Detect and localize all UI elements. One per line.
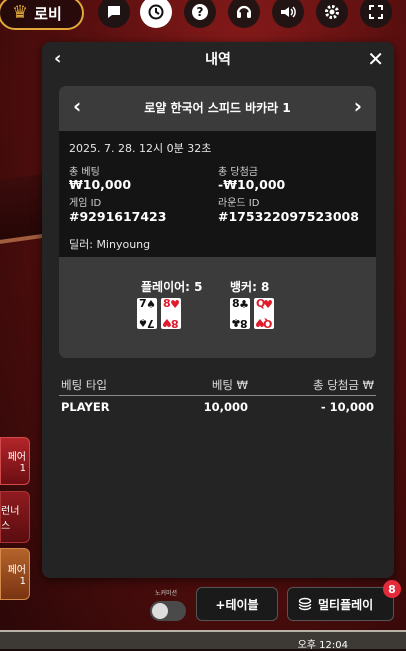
- toggle-knob: [152, 603, 168, 619]
- panel-title: 내역: [205, 52, 231, 68]
- support-icon[interactable]: [228, 0, 260, 28]
- taskbar-clock: 오후 12:04: [297, 640, 348, 651]
- fullscreen-icon[interactable]: [360, 0, 392, 28]
- help-icon[interactable]: ?: [184, 0, 216, 28]
- game-id-value: #9291617423: [69, 209, 167, 224]
- round-result: 플레이어: 5 뱅커: 8 7 ♠ 7 ♠ 8 ♥ 8 ♥ 8 ♣ 8 ♣ Q ♥ Q ♥: [59, 257, 376, 358]
- playing-card: Q ♥ Q ♥: [254, 297, 274, 330]
- game-id-label: 게임 ID: [69, 198, 102, 209]
- close-icon[interactable]: ✕: [367, 47, 384, 71]
- bet-table: 베팅 타입 베팅 ₩ 총 당첨금 ₩ PLAYER 10,000 - 10,00…: [59, 373, 376, 418]
- back-chevron-icon[interactable]: ‹: [54, 48, 61, 69]
- round-id-value: #175322097523008: [218, 209, 359, 224]
- multiplay-count-badge: 8: [383, 580, 401, 598]
- playing-card: 8 ♥ 8 ♥: [161, 297, 181, 330]
- top-bar: ♛ 로비 ?: [0, 0, 406, 30]
- taskbar: 오후 12:04: [0, 630, 406, 651]
- no-commission-label: 노커미션: [155, 590, 178, 597]
- playing-card: 7 ♠ 7 ♠: [137, 297, 157, 330]
- multiplay-label: 멀티플레이: [318, 597, 374, 612]
- header-total-win: 총 당첨금 ₩: [312, 378, 374, 392]
- sound-icon[interactable]: [272, 0, 304, 28]
- previous-round-icon[interactable]: ‹: [73, 94, 81, 118]
- total-win-value: -₩10,000: [218, 177, 286, 192]
- side-bet-label: 페어: [7, 452, 26, 463]
- table-row: PLAYER 10,000 - 10,000: [59, 396, 376, 418]
- settings-icon[interactable]: [316, 0, 348, 28]
- table-header: 베팅 타입 베팅 ₩ 총 당첨금 ₩: [59, 373, 376, 396]
- header-bet-type: 베팅 타입: [61, 378, 107, 392]
- lobby-button[interactable]: ♛ 로비: [0, 0, 84, 30]
- side-bet-sub: 1: [19, 463, 26, 474]
- round-details: 2025. 7. 28. 12시 0분 32초 총 베팅 ₩10,000 총 당…: [59, 131, 376, 257]
- side-bet-pair-2[interactable]: 페어 1: [0, 548, 30, 600]
- total-win-label: 총 당첨금: [218, 167, 258, 178]
- side-bet-pair-1[interactable]: 페어 1: [0, 437, 30, 485]
- history-icon[interactable]: [140, 0, 172, 28]
- dealer-name: 딜러: Minyoung: [69, 238, 151, 251]
- total-bet-value: ₩10,000: [69, 177, 132, 192]
- side-bet-label: 페어: [7, 565, 26, 576]
- total-bet-label: 총 베팅: [69, 167, 100, 178]
- stack-icon: [298, 597, 312, 611]
- side-bet-runners[interactable]: 런너스: [0, 491, 30, 543]
- round-detail-card: ‹ 로얄 한국어 스피드 바카라 1 › 2025. 7. 28. 12시 0분…: [59, 86, 376, 358]
- multiplay-button[interactable]: 멀티플레이: [287, 587, 394, 621]
- next-round-icon[interactable]: ›: [354, 94, 362, 118]
- panel-header: ‹ 내역 ✕: [42, 42, 394, 76]
- side-bet-sub: 1: [19, 576, 26, 587]
- header-bet-amount: 베팅 ₩: [211, 378, 248, 392]
- player-score: 플레이어: 5: [141, 280, 203, 294]
- cell-bet-type: PLAYER: [61, 400, 110, 414]
- crown-icon: ♛: [12, 2, 29, 23]
- round-datetime: 2025. 7. 28. 12시 0분 32초: [69, 142, 212, 155]
- game-navigator: ‹ 로얄 한국어 스피드 바카라 1 ›: [59, 86, 376, 129]
- round-id-label: 라운드 ID: [218, 198, 260, 209]
- no-commission-toggle[interactable]: [150, 601, 186, 621]
- history-panel: ‹ 내역 ✕ ‹ 로얄 한국어 스피드 바카라 1 › 2025. 7. 28.…: [42, 42, 394, 578]
- svg-text:?: ?: [197, 5, 204, 19]
- chat-icon[interactable]: [98, 0, 130, 28]
- add-table-button[interactable]: +테이블: [196, 587, 278, 621]
- side-bet-label: 런너스: [1, 506, 20, 532]
- lobby-label: 로비: [34, 4, 62, 23]
- cell-total-win: - 10,000: [320, 400, 374, 414]
- cell-bet-amount: 10,000: [203, 400, 248, 414]
- banker-score: 뱅커: 8: [230, 280, 270, 294]
- game-name: 로얄 한국어 스피드 바카라 1: [144, 101, 291, 115]
- playing-card: 8 ♣ 8 ♣: [230, 297, 250, 330]
